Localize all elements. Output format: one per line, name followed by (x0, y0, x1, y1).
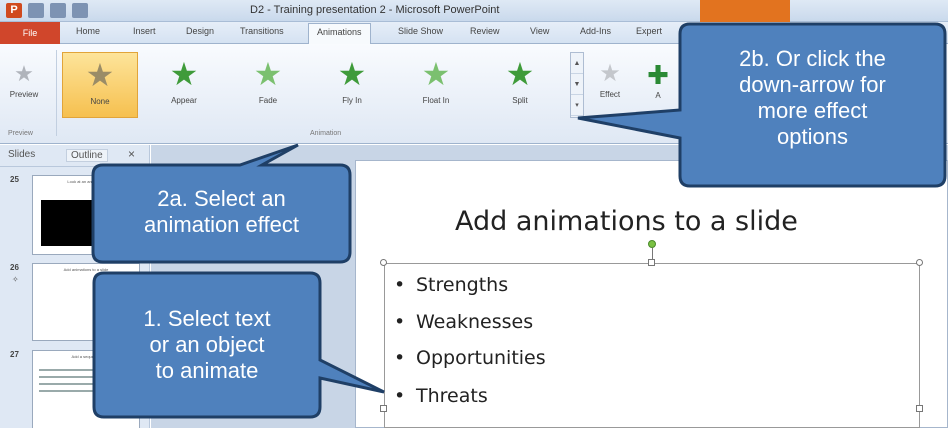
callout-line: 2b. Or click the (739, 46, 886, 71)
callout-line: 1. Select text (143, 306, 271, 331)
callout-line: 2a. Select an (157, 186, 286, 211)
callout-line: down-arrow for (739, 72, 886, 97)
callout-2b-text: 2b. Or click the down-arrow for more eff… (680, 46, 945, 150)
callout-line: or an object (149, 332, 265, 357)
callout-line: to animate (155, 358, 259, 383)
callout-1-text: 1. Select text or an object to animate (94, 306, 320, 384)
callout-line: animation effect (144, 212, 299, 237)
callout-line: options (777, 124, 848, 149)
callout-2a-text: 2a. Select an animation effect (93, 186, 350, 238)
callout-line: more effect (757, 98, 868, 123)
